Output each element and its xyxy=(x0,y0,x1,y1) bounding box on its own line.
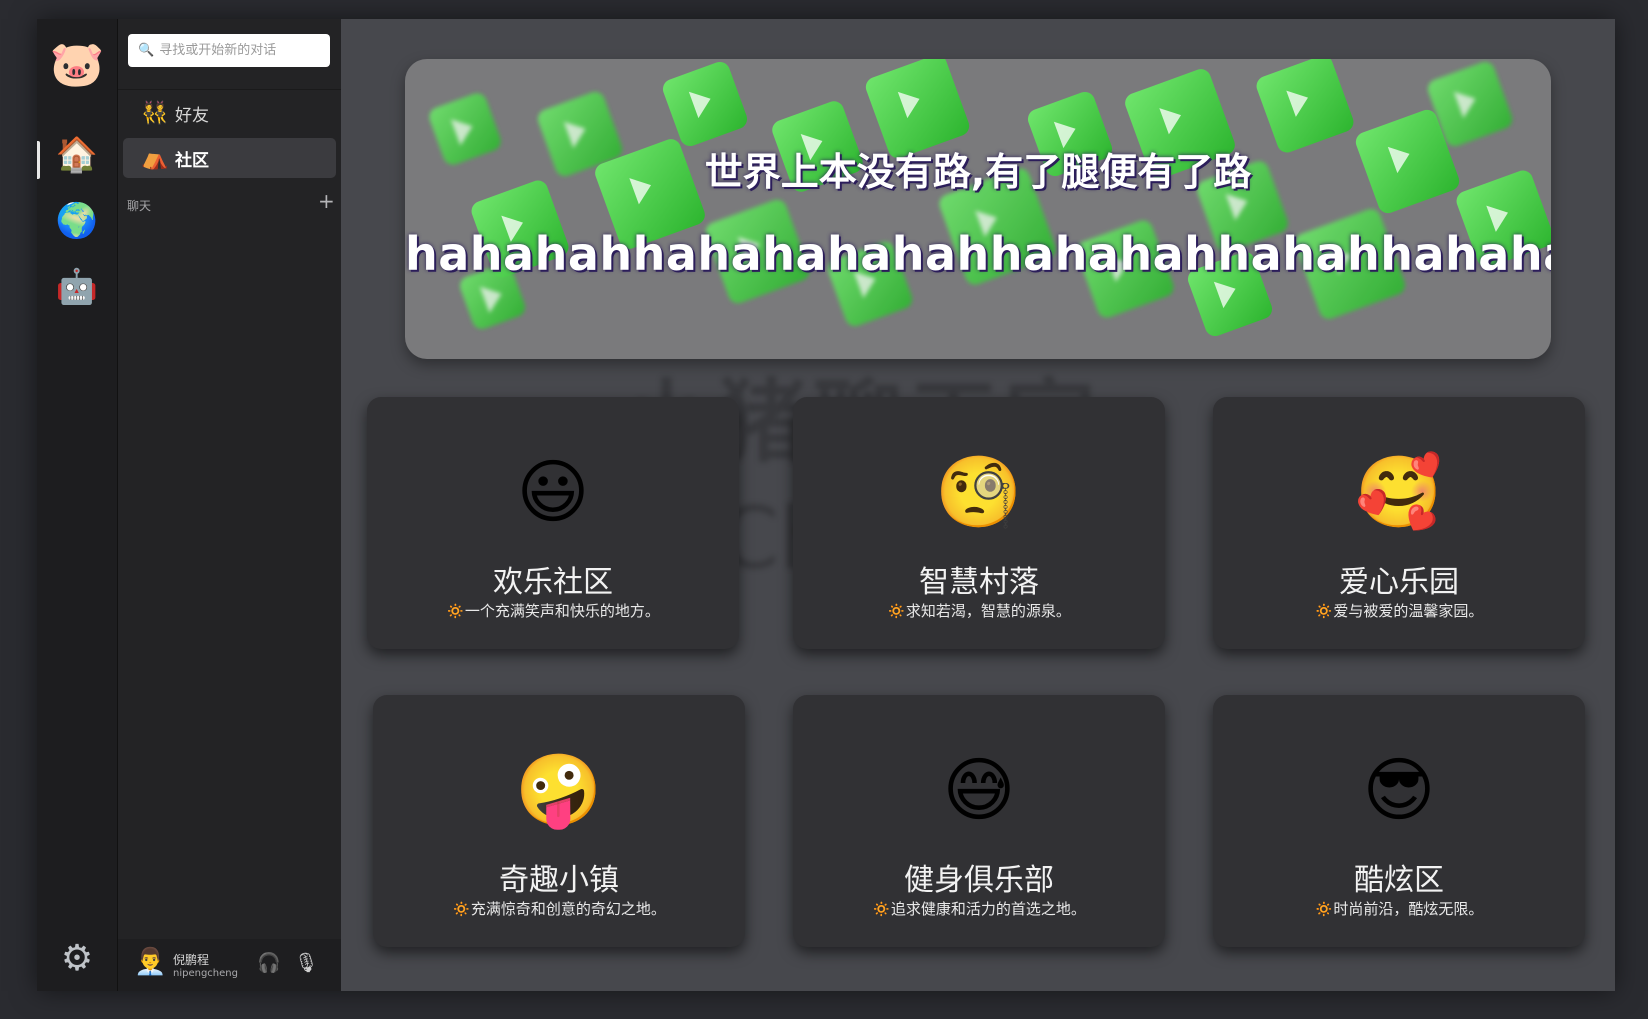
community-title: 爱心乐园 xyxy=(1339,565,1459,600)
monocle-face-icon: 🧐 xyxy=(935,451,1023,533)
user-panel: 👨‍💼 倪鹏程 nipengcheng 🎧 🎙 xyxy=(118,939,341,991)
sun-icon: 🔅 xyxy=(452,900,471,918)
search-box[interactable]: 🔍 xyxy=(128,34,330,67)
main-content: 小猪聊天室 PigChat.com 世界上本 xyxy=(341,19,1615,991)
play-cube-icon xyxy=(660,59,750,149)
community-card[interactable]: 😎 酷炫区 🔅时尚前沿，酷炫无限。 xyxy=(1213,695,1585,947)
description-text: 一个充满笑声和快乐的地方。 xyxy=(464,602,660,620)
community-description: 🔅爱与被爱的温馨家园。 xyxy=(1213,600,1585,621)
banner-subtitle: hahahahhahahahahahhahahahhahahhahahahah xyxy=(405,227,1551,281)
grinning-sweat-face-icon: 😅 xyxy=(942,749,1016,831)
microphone-icon[interactable]: 🎙 xyxy=(294,951,318,974)
community-description: 🔅求知若渴，智慧的源泉。 xyxy=(793,600,1165,621)
tent-icon: ⛺ xyxy=(141,145,169,171)
community-description: 🔅时尚前沿，酷炫无限。 xyxy=(1213,898,1585,919)
home-icon[interactable]: 🏠 xyxy=(37,125,117,185)
banner-title: 世界上本没有路,有了腿便有了路 xyxy=(704,150,1252,194)
avatar[interactable]: 👨‍💼 xyxy=(134,947,166,977)
search-input[interactable] xyxy=(159,43,320,58)
description-text: 爱与被爱的温馨家园。 xyxy=(1333,602,1484,620)
community-card[interactable]: 😅 健身俱乐部 🔅追求健康和活力的首选之地。 xyxy=(793,695,1165,947)
community-description: 🔅一个充满笑声和快乐的地方。 xyxy=(367,600,739,621)
zany-face-icon: 🤪 xyxy=(515,749,603,831)
server-rail: 🐷 🏠 🌍 🤖 ⚙ xyxy=(37,19,118,991)
community-title: 酷炫区 xyxy=(1354,863,1444,898)
channel-sidebar: 🔍 👯 好友 ⛺ 社区 聊天 + 👨‍💼 倪鹏程 nipengcheng 🎧 🎙 xyxy=(118,19,341,991)
friends-icon: 👯 xyxy=(141,100,169,126)
sidebar-item-friends[interactable]: 👯 好友 xyxy=(123,93,336,133)
sun-icon: 🔅 xyxy=(1314,602,1334,620)
community-description: 🔅追求健康和活力的首选之地。 xyxy=(793,898,1165,919)
sun-icon: 🔅 xyxy=(872,900,891,918)
community-card[interactable]: 😃 欢乐社区 🔅一个充满笑声和快乐的地方。 xyxy=(367,397,739,649)
community-title: 健身俱乐部 xyxy=(904,863,1054,898)
sidebar-item-label: 社区 xyxy=(175,150,209,171)
divider xyxy=(118,89,341,90)
community-card[interactable]: 🧐 智慧村落 🔅求知若渴，智慧的源泉。 xyxy=(793,397,1165,649)
sun-icon: 🔅 xyxy=(887,602,906,620)
sidebar-item-label: 好友 xyxy=(175,105,209,126)
hero-banner: 世界上本没有路,有了腿便有了路 hahahahhahahahahahhahaha… xyxy=(405,59,1551,359)
add-chat-icon[interactable]: + xyxy=(318,189,335,213)
chat-section-label: 聊天 xyxy=(127,199,152,213)
description-text: 求知若渴，智慧的源泉。 xyxy=(905,602,1071,620)
description-text: 充满惊奇和创意的奇幻之地。 xyxy=(470,900,666,918)
headphones-icon[interactable]: 🎧 xyxy=(257,951,281,974)
community-title: 欢乐社区 xyxy=(493,565,613,600)
community-title: 奇趣小镇 xyxy=(499,863,619,898)
pig-logo-icon[interactable]: 🐷 xyxy=(37,29,117,99)
user-handle: nipengcheng xyxy=(173,968,238,979)
sunglasses-face-icon: 😎 xyxy=(1362,749,1436,831)
community-description: 🔅充满惊奇和创意的奇幻之地。 xyxy=(373,898,745,919)
globe-icon[interactable]: 🌍 xyxy=(37,191,117,251)
search-icon: 🔍 xyxy=(138,43,155,58)
sidebar-item-community[interactable]: ⛺ 社区 xyxy=(123,138,336,178)
user-display-name: 倪鹏程 xyxy=(173,953,210,967)
description-text: 追求健康和活力的首选之地。 xyxy=(890,900,1086,918)
settings-gear-icon[interactable]: ⚙ xyxy=(37,938,117,979)
robot-icon[interactable]: 🤖 xyxy=(37,257,117,317)
community-card[interactable]: 🤪 奇趣小镇 🔅充满惊奇和创意的奇幻之地。 xyxy=(373,695,745,947)
community-card[interactable]: 🥰 爱心乐园 🔅爱与被爱的温馨家园。 xyxy=(1213,397,1585,649)
smiling-face-with-hearts-icon: 🥰 xyxy=(1355,451,1443,533)
sun-icon: 🔅 xyxy=(1314,900,1334,918)
grinning-face-icon: 😃 xyxy=(516,451,590,533)
community-title: 智慧村落 xyxy=(919,565,1039,600)
description-text: 时尚前沿，酷炫无限。 xyxy=(1333,900,1484,918)
app-window: 🐷 🏠 🌍 🤖 ⚙ 🔍 👯 好友 ⛺ 社区 聊天 + 👨‍💼 倪鹏程 nipen… xyxy=(37,19,1615,991)
sun-icon: 🔅 xyxy=(446,602,465,620)
